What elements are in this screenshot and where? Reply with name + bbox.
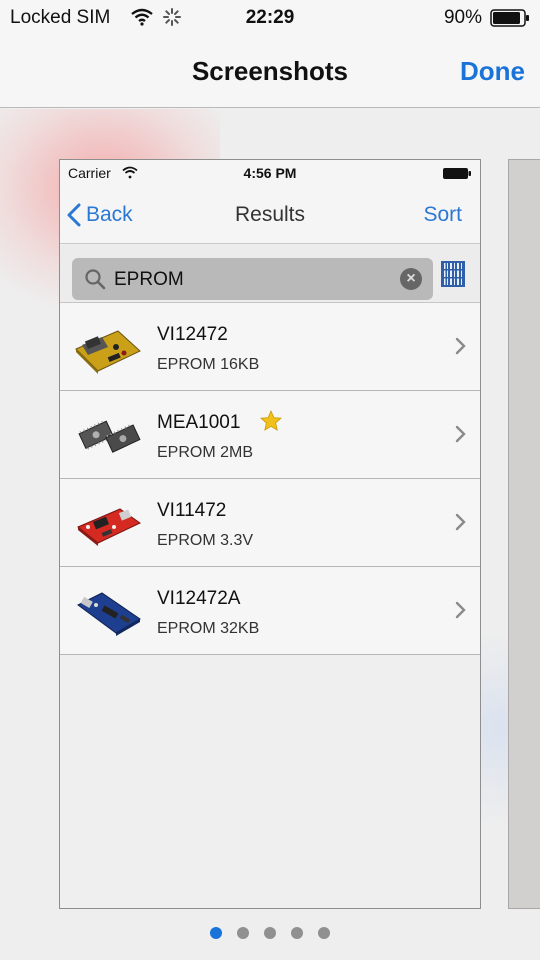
- item-description: EPROM 32KB: [157, 620, 260, 637]
- list-item[interactable]: VI12472 EPROM 16KB: [60, 303, 480, 391]
- item-name: VI12472: [157, 324, 228, 345]
- item-description: EPROM 3.3V: [157, 532, 254, 549]
- item-name: MEA1001: [157, 412, 241, 433]
- list-item[interactable]: VI11472 EPROM 3.3V: [60, 479, 480, 567]
- battery-icon: [443, 168, 471, 179]
- dev-board-yellow-thumbnail: [75, 330, 141, 374]
- page-title: Screenshots: [191, 56, 349, 86]
- page-dot[interactable]: [318, 927, 330, 939]
- battery-percent: 90%: [443, 7, 482, 28]
- inner-clock: 4:56 PM: [243, 165, 297, 181]
- results-list: VI12472 EPROM 16KB MEA1001 EPROM 2MB VI1…: [60, 303, 480, 655]
- item-name: VI11472: [157, 500, 227, 521]
- item-description: EPROM 16KB: [157, 356, 260, 373]
- chevron-right-icon: [455, 425, 466, 443]
- dev-board-red-thumbnail: [77, 508, 141, 546]
- page-dot[interactable]: [237, 927, 249, 939]
- page-dot-active[interactable]: [210, 927, 222, 939]
- screenshot-preview[interactable]: Carrier 4:56 PM Back Results Sort EPROM …: [59, 159, 481, 909]
- list-item[interactable]: MEA1001 EPROM 2MB: [60, 391, 480, 479]
- list-item[interactable]: VI12472A EPROM 32KB: [60, 567, 480, 655]
- page-dot[interactable]: [291, 927, 303, 939]
- dev-board-blue-thumbnail: [77, 592, 141, 636]
- search-bar: EPROM ×: [60, 245, 480, 303]
- search-input[interactable]: EPROM ×: [72, 258, 433, 300]
- status-bar: Locked SIM 22:29 90%: [0, 0, 540, 36]
- battery-icon: [490, 9, 529, 27]
- inner-status-bar: Carrier 4:56 PM: [60, 160, 480, 186]
- chevron-right-icon: [455, 513, 466, 531]
- item-description: EPROM 2MB: [157, 444, 254, 461]
- search-icon: [85, 269, 106, 290]
- search-value: EPROM: [114, 269, 184, 290]
- chevron-right-icon: [455, 601, 466, 619]
- page-indicator[interactable]: [0, 927, 540, 939]
- chevron-right-icon: [455, 337, 466, 355]
- results-title: Results: [234, 203, 306, 226]
- eprom-chips-thumbnail: [78, 420, 141, 453]
- clear-search-icon[interactable]: ×: [400, 268, 422, 290]
- done-button[interactable]: Done: [460, 56, 525, 87]
- barcode-scan-icon[interactable]: [441, 261, 465, 287]
- favorite-star-icon: [260, 410, 282, 431]
- item-name: VI12472A: [157, 588, 241, 609]
- sort-button[interactable]: Sort: [423, 203, 462, 227]
- inner-nav-bar: Back Results Sort: [60, 186, 480, 244]
- page-dot[interactable]: [264, 927, 276, 939]
- next-screenshot-preview[interactable]: [508, 159, 540, 909]
- nav-bar: Screenshots Done: [0, 36, 540, 108]
